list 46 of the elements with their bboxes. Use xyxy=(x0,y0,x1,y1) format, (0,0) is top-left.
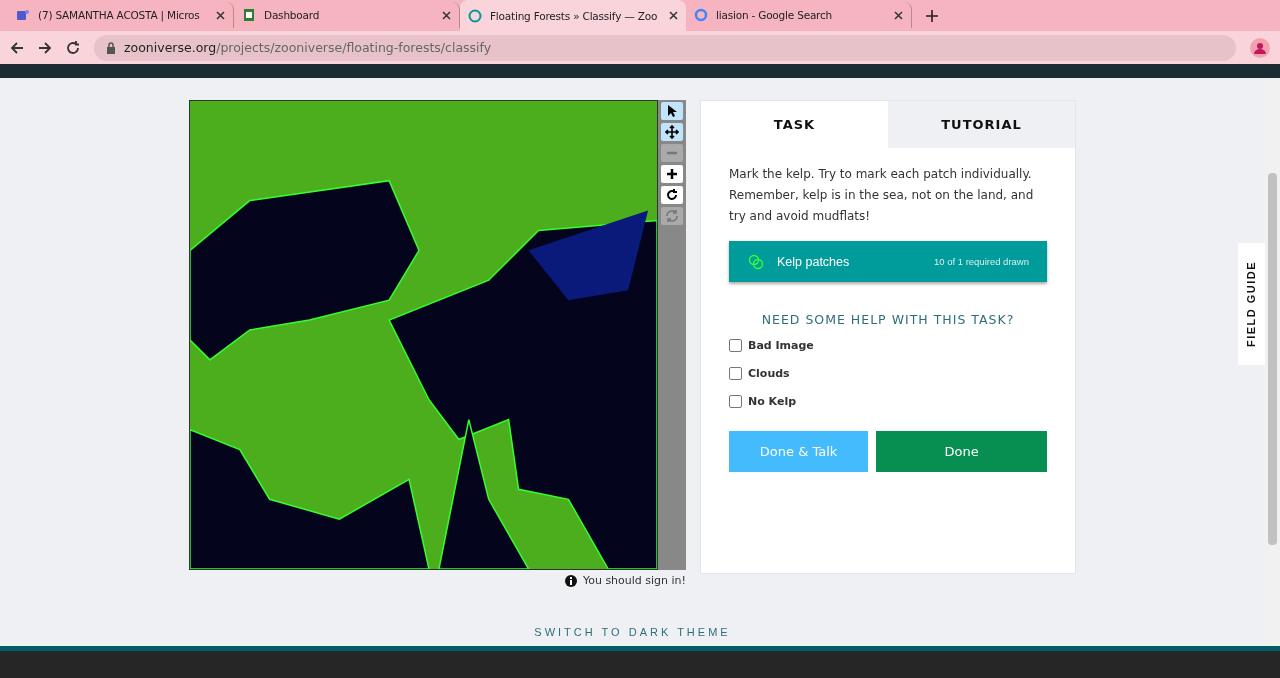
close-icon[interactable] xyxy=(669,11,678,20)
move-icon xyxy=(665,125,679,139)
url-host: zooniverse.org xyxy=(124,40,217,55)
done-button[interactable]: Done xyxy=(876,431,1047,472)
checkbox[interactable] xyxy=(729,394,742,408)
page-icon xyxy=(242,8,256,22)
rotate-icon xyxy=(665,188,679,202)
plus-icon xyxy=(665,167,679,181)
close-icon[interactable] xyxy=(894,10,903,20)
checkbox-label[interactable]: Clouds xyxy=(748,366,790,380)
profile-icon[interactable] xyxy=(1250,37,1270,58)
teams-icon xyxy=(16,8,30,22)
close-icon[interactable] xyxy=(442,10,451,20)
new-tab-icon[interactable] xyxy=(926,10,938,22)
google-icon xyxy=(694,8,708,22)
scrollbar-thumb[interactable] xyxy=(1268,173,1277,545)
forward-icon[interactable] xyxy=(38,40,52,55)
info-icon xyxy=(564,574,577,587)
reload-icon[interactable] xyxy=(66,40,80,55)
ring-icon xyxy=(468,8,482,23)
polygon-icon xyxy=(747,253,765,270)
rotate-tool[interactable] xyxy=(661,186,683,204)
browser-tab[interactable]: liasion - Google Search xyxy=(686,2,912,28)
lock-icon xyxy=(106,41,116,54)
url-path: /projects/zooniverse/floating-forests/classify xyxy=(216,40,492,55)
panel-tab[interactable]: TUTORIAL xyxy=(888,101,1075,148)
theme-switch-link[interactable]: SWITCH TO DARK THEME xyxy=(528,625,737,639)
back-icon[interactable] xyxy=(10,40,24,55)
field-guide-tab[interactable]: FIELD GUIDE xyxy=(1238,243,1265,365)
address-bar[interactable]: zooniverse.org/projects/zooniverse/floating-forests/classify xyxy=(94,34,1236,61)
zoom-in-tool[interactable] xyxy=(661,165,683,183)
move-tool[interactable] xyxy=(661,123,683,141)
help-heading[interactable]: NEED SOME HELP WITH THIS TASK? xyxy=(729,312,1047,327)
task-instruction: Mark the kelp. Try to mark each patch individually. Remember, kelp is in the sea, not on the land, and try and avoid mudflats! xyxy=(729,166,1035,225)
pointer-tool[interactable] xyxy=(661,102,683,120)
browser-tab[interactable]: (7) SAMANTHA ACOSTA | Micros xyxy=(8,2,234,28)
checkbox-label[interactable]: Bad Image xyxy=(748,338,814,352)
checkbox-label[interactable]: No Kelp xyxy=(748,394,797,408)
close-icon[interactable] xyxy=(216,10,225,20)
refresh-icon xyxy=(665,209,679,223)
pointer-icon xyxy=(665,104,679,118)
browser-tab[interactable]: Floating Forests » Classify — Zoo xyxy=(460,0,686,31)
satellite-image-drawing[interactable] xyxy=(189,100,658,570)
checkbox[interactable] xyxy=(729,338,742,352)
sign-in-note: You should sign in! xyxy=(582,574,686,587)
checkbox[interactable] xyxy=(729,366,742,380)
